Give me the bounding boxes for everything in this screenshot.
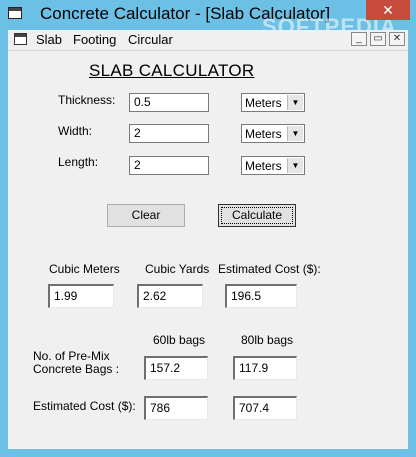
length-unit-value: Meters	[245, 159, 282, 173]
estimated-cost-output[interactable]: 196.5	[225, 284, 297, 308]
estimated-cost-label: Estimated Cost ($):	[218, 262, 321, 276]
width-unit-value: Meters	[245, 127, 282, 141]
app-window: Concrete Calculator - [Slab Calculator] …	[0, 0, 416, 457]
60lb-bags-output[interactable]: 157.2	[144, 356, 208, 380]
cubic-meters-output[interactable]: 1.99	[48, 284, 114, 308]
thickness-label: Thickness:	[58, 93, 116, 107]
60lb-cost-output[interactable]: 786	[144, 396, 208, 420]
chevron-down-icon[interactable]: ▼	[287, 95, 303, 110]
clear-button[interactable]: Clear	[107, 204, 185, 227]
menu-circular[interactable]: Circular	[128, 32, 173, 47]
chevron-down-icon[interactable]: ▼	[287, 158, 303, 173]
title-bar[interactable]: Concrete Calculator - [Slab Calculator] …	[0, 0, 416, 39]
80lb-bags-header: 80lb bags	[241, 333, 294, 347]
app-icon[interactable]	[8, 7, 22, 19]
calculate-button[interactable]: Calculate	[218, 204, 296, 227]
page-title: SLAB CALCULATOR	[89, 61, 255, 80]
mdi-close-icon[interactable]: ✕	[389, 32, 405, 46]
slab-calculator-form: SLAB CALCULATOR Thickness: 0.5 Meters ▼ …	[8, 51, 408, 449]
length-unit-select[interactable]: Meters ▼	[241, 156, 305, 175]
thickness-unit-select[interactable]: Meters ▼	[241, 93, 305, 112]
width-label: Width:	[58, 124, 93, 138]
bags-count-label-line1: No. of Pre-Mix	[33, 349, 110, 363]
80lb-cost-output[interactable]: 707.4	[233, 396, 297, 420]
60lb-bags-header: 60lb bags	[153, 333, 206, 347]
chevron-down-icon[interactable]: ▼	[287, 126, 303, 141]
document-icon[interactable]	[14, 33, 27, 45]
thickness-input[interactable]: 0.5	[129, 93, 209, 112]
menu-bar: Slab Footing Circular _ ▭ ✕	[8, 30, 408, 51]
cubic-meters-label: Cubic Meters	[49, 262, 120, 276]
restore-icon[interactable]: ▭	[370, 32, 386, 46]
thickness-unit-value: Meters	[245, 96, 282, 110]
width-unit-select[interactable]: Meters ▼	[241, 124, 305, 143]
cubic-yards-label: Cubic Yards	[145, 262, 210, 276]
cubic-yards-output[interactable]: 2.62	[137, 284, 203, 308]
length-input[interactable]: 2	[129, 156, 209, 175]
menu-slab[interactable]: Slab	[36, 32, 62, 47]
length-label: Length:	[58, 155, 99, 169]
bags-cost-label: Estimated Cost ($):	[33, 399, 136, 413]
width-input[interactable]: 2	[129, 124, 209, 143]
bags-count-label-line2: Concrete Bags :	[33, 362, 120, 376]
close-icon[interactable]: ✕	[366, 0, 410, 20]
80lb-bags-output[interactable]: 117.9	[233, 356, 297, 380]
menu-footing[interactable]: Footing	[73, 32, 116, 47]
minimize-icon[interactable]: _	[351, 32, 367, 46]
